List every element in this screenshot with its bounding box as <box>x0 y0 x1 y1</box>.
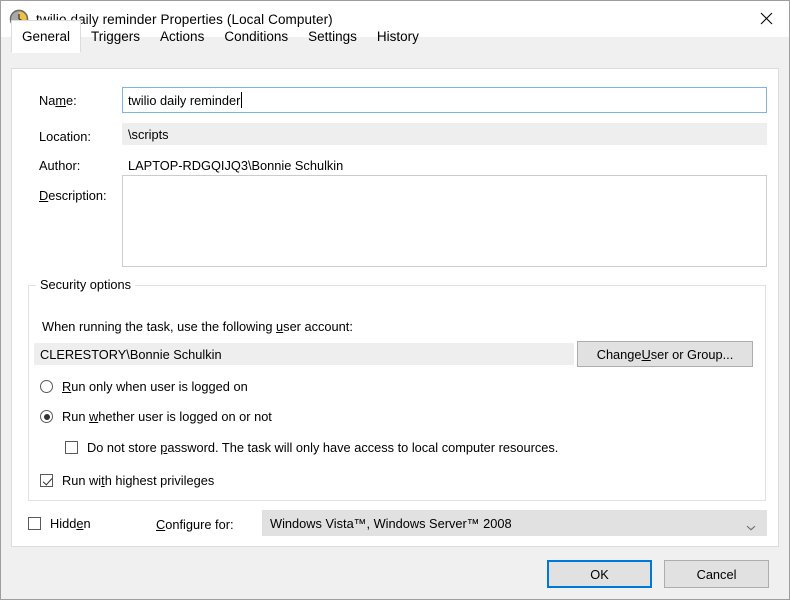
user-account-text: CLERESTORY\Bonnie Schulkin <box>40 346 222 362</box>
configure-for-select[interactable]: Windows Vista™, Windows Server™ 2008 <box>262 510 767 536</box>
checkbox-do-not-store-password[interactable]: Do not store password. The task will onl… <box>65 440 558 455</box>
dialog-footer: OK Cancel <box>1 551 789 599</box>
radio-button-indicator <box>40 380 53 393</box>
chevron-down-icon <box>746 520 756 531</box>
name-input-value: twilio daily reminder <box>128 92 241 108</box>
radio-run-whether-logged-on-or-not[interactable]: Run whether user is logged on or not <box>40 409 272 424</box>
checkbox-indicator <box>40 474 53 487</box>
tab-settings[interactable]: Settings <box>298 21 367 53</box>
name-input[interactable]: twilio daily reminder <box>122 87 767 113</box>
checkbox-hidden[interactable]: Hidden <box>28 516 91 531</box>
close-icon[interactable] <box>743 1 789 36</box>
tab-strip: General Triggers Actions Conditions Sett… <box>1 20 789 69</box>
task-properties-dialog: twilio daily reminder Properties (Local … <box>0 0 790 600</box>
tab-triggers[interactable]: Triggers <box>81 21 150 53</box>
cancel-button[interactable]: Cancel <box>664 560 769 588</box>
checkbox-indicator <box>28 517 41 530</box>
location-label: Location: <box>39 129 91 144</box>
description-label: Description: <box>39 188 107 203</box>
description-input[interactable] <box>122 175 767 267</box>
tab-conditions[interactable]: Conditions <box>214 21 298 53</box>
radio-run-whether-label: Run whether user is logged on or not <box>62 409 272 424</box>
location-text: \scripts <box>128 126 169 142</box>
general-tab-panel: Name: twilio daily reminder Location: \s… <box>11 69 779 547</box>
radio-button-indicator <box>40 410 53 423</box>
user-account-value: CLERESTORY\Bonnie Schulkin <box>34 343 574 365</box>
hidden-label: Hidden <box>50 516 91 531</box>
radio-run-only-label: Run only when user is logged on <box>62 379 248 394</box>
checkbox-run-with-highest-privileges[interactable]: Run with highest privileges <box>40 473 214 488</box>
do-not-store-password-label: Do not store password. The task will onl… <box>87 440 559 455</box>
tab-actions[interactable]: Actions <box>150 21 214 53</box>
configure-for-label: Configure for: <box>156 517 234 532</box>
change-user-or-group-button[interactable]: Change User or Group... <box>577 341 753 367</box>
author-value: LAPTOP-RDGQIJQ3\Bonnie Schulkin <box>128 158 344 173</box>
tab-general[interactable]: General <box>11 20 82 53</box>
author-label: Author: <box>39 158 81 173</box>
ok-button[interactable]: OK <box>547 560 652 588</box>
account-prompt: When running the task, use the following… <box>42 319 353 334</box>
run-with-highest-privileges-label: Run with highest privileges <box>62 473 215 488</box>
location-value: \scripts <box>122 123 767 145</box>
tab-history[interactable]: History <box>367 21 429 53</box>
configure-for-value: Windows Vista™, Windows Server™ 2008 <box>270 515 512 531</box>
checkbox-indicator <box>65 441 78 454</box>
name-label: Name: <box>39 93 77 108</box>
radio-run-only-when-logged-on[interactable]: Run only when user is logged on <box>40 379 248 394</box>
security-options-title: Security options <box>36 277 136 292</box>
